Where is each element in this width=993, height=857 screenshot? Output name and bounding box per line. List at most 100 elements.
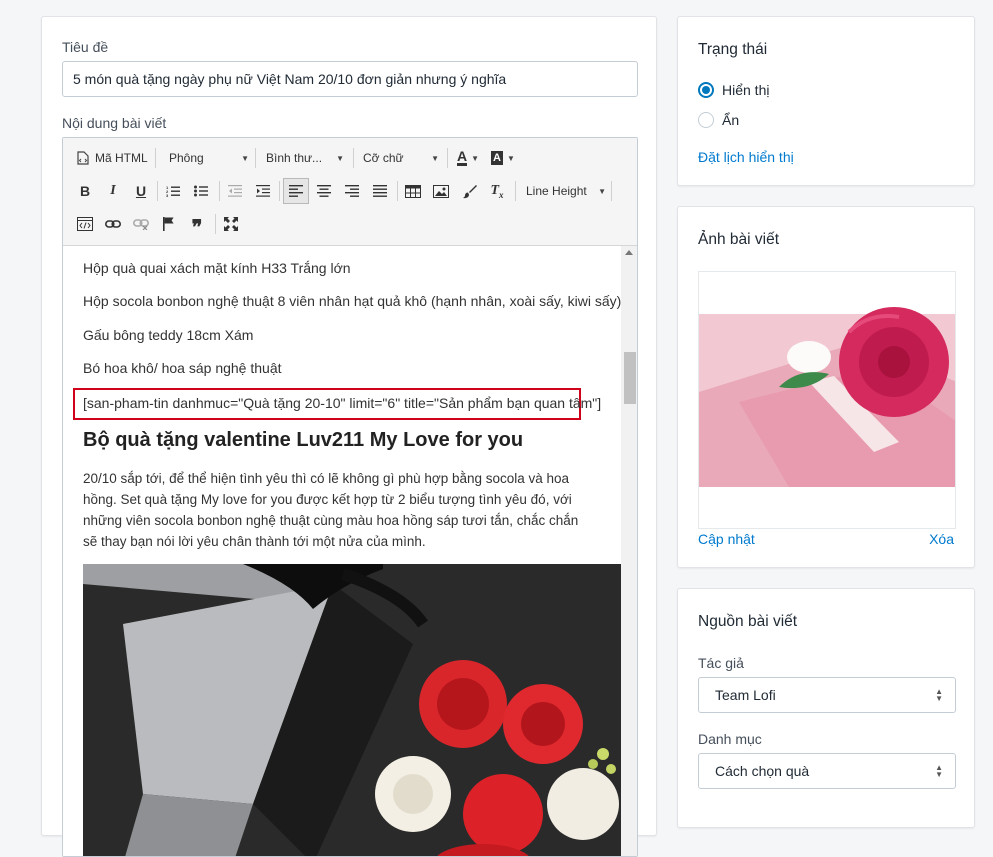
line-height-label: Line Height [526, 184, 587, 198]
outdent-icon [228, 185, 242, 197]
indent-icon [256, 185, 270, 197]
format-dropdown-label: Bình thư... [266, 151, 323, 165]
caret-down-icon: ▼ [471, 153, 480, 163]
author-value: Team Lofi [715, 687, 776, 703]
caret-down-icon: ▼ [241, 153, 249, 163]
italic-icon: I [110, 183, 116, 198]
outdent-button[interactable] [223, 179, 247, 203]
category-label: Danh mục [698, 731, 762, 747]
bullet-list-icon [194, 185, 208, 197]
post-source-card: Nguồn bài viết Tác giả Team Lofi ▲ ▼ Danh… [677, 588, 975, 828]
radio-checked-icon[interactable] [698, 82, 714, 98]
flag-icon [163, 217, 174, 231]
post-image-card: Ảnh bài viết Cập nhật Xóa [677, 206, 975, 568]
justify-button[interactable] [368, 179, 392, 203]
content-label: Nội dung bài viết [62, 115, 167, 131]
shortcode-line: [san-pham-tin danhmuc="Quà tặng 20-10" l… [83, 395, 602, 411]
svg-text:3: 3 [166, 193, 169, 197]
source-card-title: Nguồn bài viết [698, 613, 798, 630]
link-button[interactable] [101, 212, 125, 236]
status-title: Trạng thái [698, 41, 768, 58]
font-dropdown-label: Phông [169, 151, 204, 165]
category-select[interactable]: Cách chọn quà ▲ ▼ [698, 753, 956, 789]
font-color-button[interactable]: A ▼ [457, 146, 479, 170]
indent-button[interactable] [251, 179, 275, 203]
post-image-thumbnail[interactable] [698, 271, 956, 529]
caret-down-icon: ▼ [431, 153, 439, 163]
clear-format-button[interactable]: Tx [485, 179, 509, 203]
ordered-list-button[interactable]: 123 [161, 179, 185, 203]
align-left-button[interactable] [283, 178, 309, 204]
scrollbar-thumb[interactable] [624, 352, 636, 404]
ordered-list-icon: 123 [166, 185, 180, 197]
align-right-button[interactable] [340, 179, 364, 203]
font-size-dropdown[interactable]: Cỡ chữ ▼ [363, 146, 439, 170]
status-option-label: Ẩn [722, 112, 740, 128]
content-paragraph: 20/10 sắp tới, để thể hiện tình yêu thì … [83, 471, 579, 549]
table-button[interactable] [401, 179, 425, 203]
schedule-display-link[interactable]: Đặt lịch hiển thị [698, 149, 794, 165]
background-color-icon: A [491, 151, 503, 165]
rich-text-editor: Mã HTML Phông ▼ Bình thư... ▼ Cỡ chữ ▼ A ▼ A… [62, 137, 638, 857]
quote-icon: ❞ [191, 217, 203, 239]
category-value: Cách chọn quà [715, 763, 810, 779]
select-arrows-icon: ▲ ▼ [935, 687, 943, 703]
content-heading: Bộ quà tặng valentine Luv211 My Love for… [83, 429, 524, 451]
underline-icon: U [135, 183, 147, 199]
image-card-title: Ảnh bài viết [698, 231, 779, 248]
status-option-visible[interactable]: Hiển thị [698, 82, 769, 98]
author-label: Tác giả [698, 655, 744, 671]
font-dropdown[interactable]: Phông ▼ [169, 146, 249, 170]
paintbrush-icon [462, 184, 477, 198]
underline-button[interactable]: U [129, 179, 153, 203]
table-icon [405, 184, 421, 198]
code-view-icon [77, 217, 93, 231]
html-code-label: Mã HTML [95, 151, 148, 165]
unlink-button[interactable] [129, 212, 153, 236]
radio-unchecked-icon[interactable] [698, 112, 714, 128]
align-center-icon [317, 185, 331, 197]
blockquote-button[interactable]: ❞ [185, 212, 209, 239]
title-input[interactable]: 5 món quà tặng ngày phụ nữ Việt Nam 20/1… [62, 61, 638, 97]
delete-image-link[interactable]: Xóa [929, 531, 954, 547]
scroll-up-arrow-icon[interactable] [625, 250, 633, 255]
line-height-dropdown[interactable]: Line Height ▼ [526, 179, 606, 203]
align-right-icon [345, 185, 359, 197]
bullet-list-button[interactable] [189, 179, 213, 203]
fullscreen-icon [224, 217, 238, 231]
content-line: Gấu bông teddy 18cm Xám [83, 327, 254, 343]
status-card: Trạng thái Hiển thị Ẩn Đặt lịch hiển thị [677, 16, 975, 186]
align-center-button[interactable] [312, 179, 336, 203]
bold-button[interactable]: B [73, 179, 97, 203]
font-color-icon: A [457, 148, 468, 166]
image-icon [433, 184, 449, 198]
editor-scrollbar[interactable] [621, 246, 637, 856]
format-dropdown[interactable]: Bình thư... ▼ [266, 146, 344, 170]
title-label: Tiêu đề [62, 39, 109, 55]
anchor-button[interactable] [157, 212, 181, 236]
status-option-hidden[interactable]: Ẩn [698, 112, 739, 128]
content-image-gift-box [83, 564, 621, 856]
align-left-icon [289, 185, 303, 197]
italic-button[interactable]: I [101, 179, 125, 203]
post-editor-card: Tiêu đề 5 món quà tặng ngày phụ nữ Việt … [41, 16, 657, 857]
fullscreen-button[interactable] [219, 212, 243, 236]
content-line: Bó hoa khô/ hoa sáp nghệ thuật [83, 360, 282, 376]
format-painter-button[interactable] [457, 179, 481, 203]
font-size-label: Cỡ chữ [363, 151, 404, 165]
caret-down-icon: ▼ [598, 186, 606, 196]
html-code-button[interactable]: Mã HTML [77, 146, 148, 170]
image-insert-button[interactable] [429, 179, 453, 203]
select-arrows-icon: ▲ ▼ [935, 763, 943, 779]
content-line: Hộp quà quai xách mặt kính H33 Trắng lớn [83, 260, 351, 276]
status-option-label: Hiển thị [722, 82, 770, 98]
editor-toolbar: Mã HTML Phông ▼ Bình thư... ▼ Cỡ chữ ▼ A ▼ A… [63, 138, 637, 246]
editor-content-area[interactable]: Hộp quà quai xách mặt kính H33 Trắng lớn… [63, 246, 621, 856]
update-image-link[interactable]: Cập nhật [698, 531, 755, 547]
highlight-color-button[interactable]: A ▼ [491, 146, 515, 170]
author-select[interactable]: Team Lofi ▲ ▼ [698, 677, 956, 713]
caret-down-icon: ▼ [506, 153, 515, 163]
code-view-button[interactable] [73, 212, 97, 236]
caret-down-icon: ▼ [336, 153, 344, 163]
unlink-icon [133, 219, 149, 230]
